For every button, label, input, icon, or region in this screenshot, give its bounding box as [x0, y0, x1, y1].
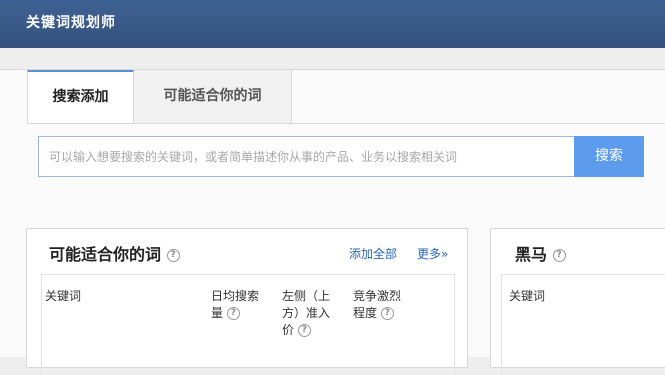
- suggested-words-heading: 可能适合你的词 ?: [49, 241, 180, 265]
- dark-horse-title: 黑马: [515, 245, 548, 264]
- column-header-label: 价: [282, 323, 295, 337]
- help-icon[interactable]: ?: [166, 249, 180, 262]
- column-header-left-top-bid[interactable]: 左侧（上 方）准入 价 ?: [282, 288, 330, 339]
- help-icon[interactable]: ?: [226, 307, 240, 320]
- suggested-words-table: 关键词 日均搜索 量 ? 左侧（上 方）准入 价 ? 竞争激烈 程度 ?: [41, 274, 455, 375]
- tab-suggested-words[interactable]: 可能适合你的词: [134, 70, 292, 123]
- help-icon[interactable]: ?: [552, 249, 566, 262]
- column-header-keyword[interactable]: 关键词: [509, 288, 545, 305]
- window-title: 关键词规划师: [26, 15, 116, 31]
- keyword-search-input[interactable]: [38, 136, 575, 177]
- column-header-label: 左侧（上: [282, 289, 331, 303]
- column-header-label: 程度: [353, 306, 378, 320]
- tab-search-add[interactable]: 搜索添加: [27, 70, 134, 123]
- column-header-keyword-label: 关键词: [509, 289, 546, 303]
- column-header-keyword-label: 关键词: [45, 289, 82, 303]
- suggested-words-card: 可能适合你的词 ? 添加全部 更多» 关键词 日均搜索 量 ? 左侧（上 方）准…: [26, 228, 468, 375]
- help-icon[interactable]: ?: [297, 324, 311, 337]
- column-header-label: 日均搜索: [211, 289, 260, 303]
- column-header-label: 方）准入: [282, 306, 331, 320]
- dark-horse-heading: 黑马 ?: [515, 241, 566, 265]
- suggested-words-title: 可能适合你的词: [49, 245, 162, 264]
- tab-divider: [27, 123, 665, 124]
- dark-horse-card: 黑马 ? 关键词: [490, 228, 665, 375]
- title-bar: 关键词规划师: [0, 0, 665, 48]
- more-link[interactable]: 更多»: [417, 245, 448, 262]
- column-header-daily-searches[interactable]: 日均搜索 量 ?: [211, 288, 259, 322]
- column-header-label: 竞争激烈: [353, 289, 402, 303]
- column-header-competition[interactable]: 竞争激烈 程度 ?: [353, 288, 401, 322]
- add-all-link[interactable]: 添加全部: [349, 245, 397, 262]
- dark-horse-table: 关键词: [501, 274, 665, 375]
- column-header-label: 量: [211, 306, 224, 320]
- help-icon[interactable]: ?: [380, 307, 394, 320]
- column-header-keyword[interactable]: 关键词: [45, 288, 81, 305]
- search-button[interactable]: 搜索: [574, 136, 644, 177]
